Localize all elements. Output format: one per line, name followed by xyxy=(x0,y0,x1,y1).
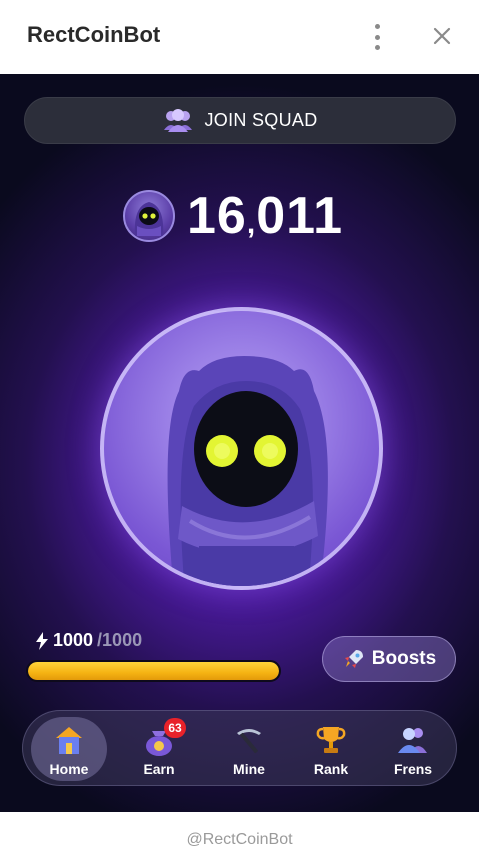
balance-amount: 16,011 xyxy=(187,187,344,245)
nav-item-mine[interactable]: Mine xyxy=(211,717,287,781)
rocket-icon xyxy=(344,650,363,668)
close-icon[interactable] xyxy=(430,24,454,48)
boosts-label: Boosts xyxy=(371,648,437,669)
energy-bar-fill xyxy=(28,662,279,680)
energy-bar xyxy=(26,660,281,682)
game-screen: JOIN SQUAD 16,011 1000 /1000 Boosts Home… xyxy=(0,74,479,812)
join-squad-label: JOIN SQUAD xyxy=(204,110,318,130)
nav-item-frens[interactable]: Frens xyxy=(375,717,451,781)
boosts-button[interactable]: Boosts xyxy=(322,636,456,682)
energy-counter: 1000/1000 xyxy=(35,630,142,651)
bot-handle: @RectCoinBot xyxy=(0,812,479,867)
group-icon xyxy=(164,108,193,132)
hooded-mascot-icon xyxy=(167,356,328,586)
home-icon xyxy=(56,727,82,754)
mascot-coin-icon xyxy=(123,190,175,242)
coin-bag-icon: 63 xyxy=(142,718,186,757)
pickaxe-icon xyxy=(237,729,261,754)
tap-mascot-button[interactable] xyxy=(100,307,383,590)
coin-balance: 16,011 xyxy=(123,188,343,244)
app-title: RectCoinBot xyxy=(27,22,161,47)
friends-icon xyxy=(398,728,427,753)
join-squad-button[interactable]: JOIN SQUAD xyxy=(24,97,456,144)
earn-badge: 63 xyxy=(164,718,186,738)
trophy-icon xyxy=(316,727,346,753)
bottom-nav: Home 63 Earn Mine Rank Frens xyxy=(22,710,457,786)
lightning-icon xyxy=(36,631,48,650)
nav-item-earn[interactable]: 63 Earn xyxy=(121,717,197,781)
more-options-icon[interactable] xyxy=(370,24,384,50)
nav-item-rank[interactable]: Rank xyxy=(293,717,369,781)
top-bar: RectCoinBot xyxy=(0,0,479,74)
nav-item-home[interactable]: Home xyxy=(31,717,107,781)
